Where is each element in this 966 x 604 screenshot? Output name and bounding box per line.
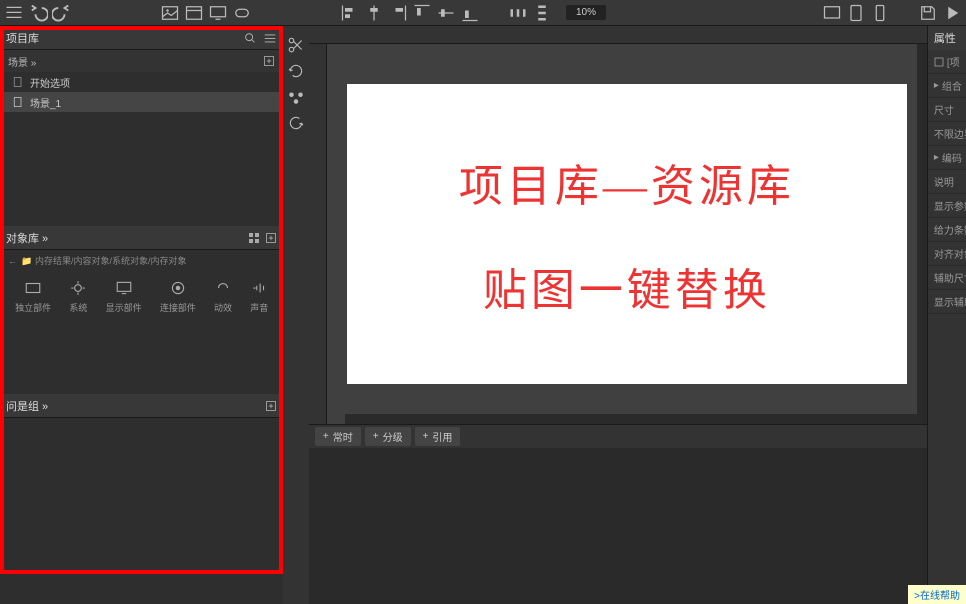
add-scene-icon[interactable] xyxy=(263,55,275,67)
properties-panel: 属性 [项 ▸ 组合 尺寸 不限边界 ▸ 编码 说明 显示参数 给力条数 对齐对… xyxy=(927,26,966,604)
display-icon xyxy=(115,279,133,297)
grid-view-icon[interactable] xyxy=(249,233,259,243)
canvas-page[interactable]: 项目库—资源库 贴图一键替换 xyxy=(347,84,907,384)
object-library-grid: 独立部件 系统 显示部件 连接部件 动效 声音 xyxy=(0,271,283,322)
menu-icon[interactable] xyxy=(4,3,24,23)
play-icon[interactable] xyxy=(942,3,962,23)
vertical-toolbar xyxy=(283,26,308,604)
canvas-area: 项目库—资源库 贴图一键替换 +常时 +分级 +引用 xyxy=(309,26,927,604)
prop-row[interactable]: 尺寸 xyxy=(928,98,966,122)
project-lib-header: 项目库 xyxy=(0,26,283,50)
object-lib-header: 对象库 » xyxy=(0,226,283,250)
project-lib-title: 项目库 xyxy=(6,30,39,46)
lib-item[interactable]: 独立部件 xyxy=(15,279,51,314)
layout-icon[interactable] xyxy=(184,3,204,23)
doc-icon xyxy=(12,76,24,88)
scrollbar-vertical[interactable] xyxy=(917,44,927,414)
scene-item-label: 场景_1 xyxy=(30,95,61,110)
align-bottom-icon[interactable] xyxy=(460,3,480,23)
add-control-icon[interactable] xyxy=(265,400,277,412)
desktop-icon[interactable] xyxy=(822,3,842,23)
atoms-icon[interactable] xyxy=(287,88,305,106)
object-lib-title: 对象库 xyxy=(6,233,39,245)
ruler-horizontal xyxy=(309,26,927,44)
screen-icon[interactable] xyxy=(208,3,228,23)
scrollbar-horizontal[interactable] xyxy=(345,414,927,424)
align-middle-icon[interactable] xyxy=(436,3,456,23)
lib-item[interactable]: 显示部件 xyxy=(106,279,142,314)
bottom-tabs: +常时 +分级 +引用 xyxy=(309,424,927,448)
search-icon[interactable] xyxy=(243,31,257,45)
ruler-vertical xyxy=(309,44,327,424)
prop-row[interactable]: 显示辅助 xyxy=(928,290,966,314)
component-icon xyxy=(24,279,42,297)
zoom-level[interactable]: 10% xyxy=(566,5,606,20)
lib-item[interactable]: 系统 xyxy=(69,279,87,314)
prop-row[interactable]: 说明 xyxy=(928,170,966,194)
lib-item[interactable]: 声音 xyxy=(250,279,268,314)
undo-icon[interactable] xyxy=(28,3,48,23)
scene-item[interactable]: 场景_1 xyxy=(0,92,283,112)
align-right-icon[interactable] xyxy=(388,3,408,23)
scene-item-label: 开始选项 xyxy=(30,75,70,90)
scene-title: 场景 xyxy=(8,58,28,69)
bottom-tab[interactable]: +分级 xyxy=(365,427,411,446)
prop-row[interactable]: [项 xyxy=(928,50,966,74)
bottom-tab[interactable]: +引用 xyxy=(415,427,461,446)
align-top-icon[interactable] xyxy=(412,3,432,23)
doc-icon xyxy=(12,96,24,108)
breadcrumb-text: 内存结果/内容对象/系统对象/内存对象 xyxy=(35,254,187,267)
reload-icon[interactable] xyxy=(287,114,305,132)
left-sidebar: 项目库 场景 » 开始选项 场景_1 对象库 » xyxy=(0,26,283,604)
prop-row[interactable]: 显示参数 xyxy=(928,194,966,218)
bottom-tab[interactable]: +常时 xyxy=(315,427,361,446)
scissors-icon[interactable] xyxy=(287,36,305,54)
dist-h-icon[interactable] xyxy=(508,3,528,23)
device-icon[interactable] xyxy=(232,3,252,23)
control-panel-header: 问是组 » xyxy=(0,394,283,418)
align-center-h-icon[interactable] xyxy=(364,3,384,23)
prop-row[interactable]: 辅助尺寸 xyxy=(928,266,966,290)
scene-subheader: 场景 » xyxy=(0,50,283,72)
dist-v-icon[interactable] xyxy=(532,3,552,23)
canvas-text-2: 贴图一键替换 xyxy=(483,254,771,318)
tablet-icon[interactable] xyxy=(846,3,866,23)
scene-item[interactable]: 开始选项 xyxy=(0,72,283,92)
properties-title: 属性 xyxy=(928,26,966,50)
add-object-icon[interactable] xyxy=(265,232,277,244)
prop-row[interactable]: 给力条数 xyxy=(928,218,966,242)
lib-item[interactable]: 连接部件 xyxy=(160,279,196,314)
lib-item[interactable]: 动效 xyxy=(214,279,232,314)
control-title: 问是组 xyxy=(6,401,39,413)
help-link[interactable]: >在线帮助 xyxy=(908,585,966,604)
prop-row[interactable]: ▸ 组合 xyxy=(928,74,966,98)
link-icon xyxy=(169,279,187,297)
image-icon[interactable] xyxy=(160,3,180,23)
menu-sm-icon[interactable] xyxy=(263,31,277,45)
canvas-viewport[interactable]: 项目库—资源库 贴图一键替换 xyxy=(327,44,927,424)
prop-row[interactable]: ▸ 编码 xyxy=(928,146,966,170)
canvas-text-1: 项目库—资源库 xyxy=(459,150,795,214)
redo-icon[interactable] xyxy=(52,3,72,23)
prop-row[interactable]: 对齐对象 xyxy=(928,242,966,266)
gear-icon xyxy=(69,279,87,297)
mobile-icon[interactable] xyxy=(870,3,890,23)
object-breadcrumb[interactable]: ← 📁 内存结果/内容对象/系统对象/内存对象 xyxy=(0,250,283,271)
save-icon[interactable] xyxy=(918,3,938,23)
prop-row[interactable]: 不限边界 xyxy=(928,122,966,146)
refresh-icon[interactable] xyxy=(287,62,305,80)
align-left-icon[interactable] xyxy=(340,3,360,23)
motion-icon xyxy=(214,279,232,297)
sound-icon xyxy=(250,279,268,297)
top-toolbar: 10% xyxy=(0,0,966,26)
